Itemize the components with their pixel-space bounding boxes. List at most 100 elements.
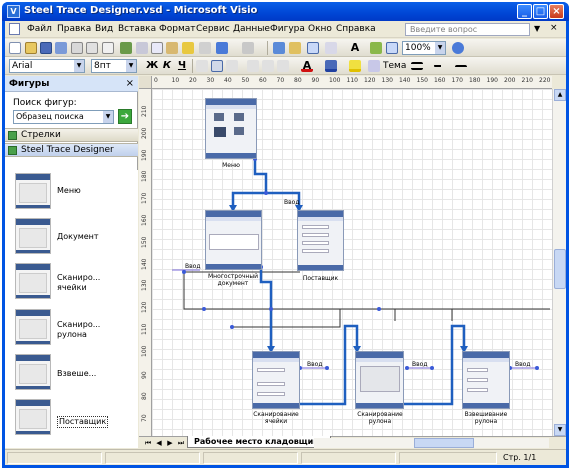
bullets-icon[interactable] [247, 60, 259, 72]
shapes-panel-close-button[interactable]: × [126, 78, 134, 89]
line-weight-icon[interactable] [411, 62, 423, 70]
pointer-tool-icon[interactable] [307, 42, 319, 54]
diagram-node-scan-roll[interactable] [355, 351, 404, 409]
search-dropdown-icon[interactable]: ▼ [103, 111, 113, 123]
permission-icon[interactable] [55, 42, 67, 54]
ruler-tick-label: 0 [154, 77, 158, 84]
print-preview-icon[interactable] [86, 42, 98, 54]
font-color-icon[interactable]: A [301, 60, 313, 72]
shape-scan-roll-thumbnail[interactable] [15, 309, 51, 345]
prev-page-icon[interactable]: ◀ [154, 438, 164, 448]
cut-icon[interactable] [136, 42, 148, 54]
stencil-arrows[interactable]: Стрелки [5, 128, 138, 142]
bold-button[interactable]: Ж [146, 60, 158, 71]
diagram-node-menu[interactable] [205, 98, 257, 159]
first-page-icon[interactable]: ⏮ [143, 438, 153, 448]
spelling-icon[interactable] [120, 42, 132, 54]
horizontal-scroll-thumb[interactable] [414, 438, 474, 448]
shape-document-thumbnail[interactable] [15, 218, 51, 254]
diagram-node-multiline-document[interactable] [205, 210, 262, 270]
text-tool-icon[interactable]: A [349, 42, 361, 54]
menu-file[interactable]: Файл [27, 24, 52, 34]
theme-button[interactable]: Тема [383, 61, 406, 71]
menu-tools[interactable]: Сервис [196, 24, 230, 34]
line-pattern-icon[interactable] [433, 65, 445, 73]
pan-zoom-icon[interactable] [386, 42, 398, 54]
shape-supplier-thumbnail[interactable] [15, 399, 51, 435]
document-close-button[interactable]: × [550, 23, 558, 33]
align-right-icon[interactable] [226, 60, 238, 72]
align-left-icon[interactable] [196, 60, 208, 72]
next-page-icon[interactable]: ▶ [165, 438, 175, 448]
format-painter-icon[interactable] [182, 42, 194, 54]
horizontal-scrollbar[interactable] [314, 438, 549, 448]
drawing-tools-icon[interactable] [370, 42, 382, 54]
underline-button[interactable]: Ч [176, 60, 188, 71]
menu-view[interactable]: Вид [95, 24, 113, 34]
menu-data[interactable]: Данные [233, 24, 270, 34]
line-ends-icon[interactable] [455, 65, 467, 73]
help-icon[interactable] [452, 42, 464, 54]
shapes-window-icon[interactable] [289, 42, 301, 54]
line-color-icon[interactable] [325, 60, 337, 72]
menu-edit[interactable]: Правка [57, 24, 91, 34]
size-dropdown-icon[interactable]: ▼ [126, 60, 136, 72]
theme-icon[interactable] [368, 60, 380, 72]
menu-format[interactable]: Формат [159, 24, 196, 34]
shape-menu-thumbnail[interactable] [15, 173, 51, 209]
font-select[interactable]: Arial ▼ [9, 59, 85, 73]
menu-insert[interactable]: Вставка [118, 24, 156, 34]
ruler-tick-label: 70 [276, 77, 285, 84]
search-shapes-input[interactable]: Образец поиска ▼ [13, 110, 114, 124]
undo-icon[interactable] [216, 42, 228, 54]
close-button[interactable]: × [549, 4, 564, 19]
search-go-button[interactable]: ➔ [118, 109, 132, 124]
shape-scan-cell-thumbnail[interactable] [15, 263, 51, 299]
menu-help[interactable]: Справка [336, 24, 376, 34]
visio-app-icon[interactable]: V [7, 5, 20, 18]
menu-window[interactable]: Окно [308, 24, 332, 34]
document-icon[interactable] [9, 23, 20, 35]
title-bar[interactable]: V Steel Trace Designer.vsd - Microsoft V… [2, 2, 569, 21]
last-page-icon[interactable]: ⏭ [176, 438, 186, 448]
stencil-steel-trace[interactable]: Steel Trace Designer [5, 143, 138, 157]
connector-tool-icon[interactable] [325, 42, 337, 54]
copy-icon[interactable] [151, 42, 163, 54]
drawing-page[interactable]: Меню Многострочный документ Поставщик Ск… [152, 89, 552, 436]
align-center-icon[interactable] [211, 60, 223, 72]
italic-button[interactable]: К [161, 60, 173, 71]
zoom-dropdown-icon[interactable]: ▼ [435, 42, 445, 54]
decrease-indent-icon[interactable] [262, 60, 274, 72]
minimize-button[interactable]: _ [517, 4, 532, 19]
scroll-up-icon[interactable]: ▲ [554, 89, 566, 101]
font-dropdown-icon[interactable]: ▼ [74, 60, 84, 72]
save-icon[interactable] [40, 42, 52, 54]
open-icon[interactable] [25, 42, 37, 54]
diagram-node-supplier[interactable] [297, 210, 344, 271]
menu-shape[interactable]: Фигура [270, 24, 305, 34]
redo-icon[interactable] [242, 42, 254, 54]
fill-color-icon[interactable] [349, 60, 361, 72]
paste-icon[interactable] [166, 42, 178, 54]
client-area: Файл Правка Вид Вставка Формат Сервис Да… [5, 21, 566, 465]
vertical-scroll-thumb[interactable] [554, 249, 566, 289]
help-dropdown-icon[interactable]: ▼ [534, 24, 540, 33]
zoom-select[interactable]: 100% ▼ [402, 41, 446, 55]
research-icon[interactable] [102, 42, 114, 54]
diagram-node-weighing-roll[interactable] [462, 351, 510, 409]
new-icon[interactable] [9, 42, 21, 54]
shape-weighing-thumbnail[interactable] [15, 354, 51, 390]
hyperlink-icon[interactable] [273, 42, 285, 54]
page-tab-warehouse[interactable]: Рабочее место кладовщика [187, 436, 332, 448]
scroll-down-icon[interactable]: ▼ [554, 424, 566, 436]
font-size-select[interactable]: 8пт ▼ [91, 59, 137, 73]
search-shapes-label: Поиск фигур: [13, 98, 77, 108]
print-icon[interactable] [71, 42, 83, 54]
vertical-scrollbar[interactable]: ▲ ▼ [552, 89, 566, 436]
help-question-input[interactable]: Введите вопрос [405, 23, 530, 36]
delete-icon[interactable] [199, 42, 211, 54]
diagram-node-scan-cell[interactable] [252, 351, 300, 409]
increase-indent-icon[interactable] [277, 60, 289, 72]
maximize-button[interactable]: □ [533, 4, 548, 19]
window-title: Steel Trace Designer.vsd - Microsoft Vis… [24, 5, 258, 16]
